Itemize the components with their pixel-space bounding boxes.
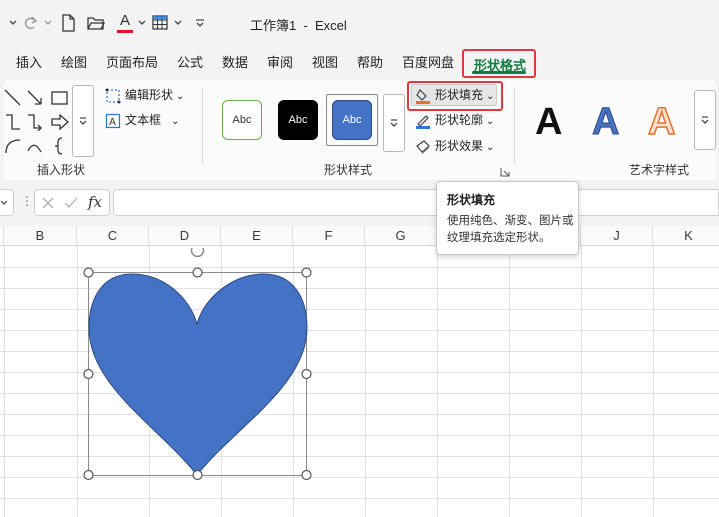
shape-effects-label: 形状效果 <box>435 139 484 153</box>
formula-input[interactable] <box>113 189 719 216</box>
edit-shape-icon <box>105 88 121 104</box>
active-tab-underline <box>472 71 526 74</box>
shape-effects-button[interactable]: 形状效果 ⌄ <box>415 136 494 156</box>
redo-dropdown-icon[interactable] <box>42 12 54 34</box>
arrow-line-shape-icon[interactable] <box>26 89 44 107</box>
textbox-chevron-icon: ⌄ <box>171 116 180 127</box>
textbox-icon: A <box>105 113 121 128</box>
brace-shape-icon[interactable] <box>50 137 70 155</box>
rotate-handle-icon <box>190 247 205 258</box>
customize-quick-access-icon[interactable] <box>192 12 208 34</box>
shape-fill-tooltip: 形状填充 使用纯色、渐变、图片或纹理填充选定形状。 <box>436 181 579 255</box>
svg-text:A: A <box>109 117 116 128</box>
style-preview-outline[interactable]: Abc <box>222 100 262 140</box>
redo-icon[interactable] <box>20 12 42 34</box>
edit-shape-button[interactable]: 编辑形状 ⌄ <box>105 85 184 105</box>
close-icon[interactable] <box>41 196 55 210</box>
shape-fill-label: 形状填充 <box>435 88 484 102</box>
shape-fill-chevron-icon: ⌄ <box>486 91 495 102</box>
insert-shapes-group-label: 插入形状 <box>37 163 86 177</box>
column-header-g[interactable]: G <box>365 226 437 246</box>
tooltip-body: 使用纯色、渐变、图片或纹理填充选定形状。 <box>447 215 574 244</box>
shape-fill-button[interactable]: 形状填充 ⌄ <box>415 85 494 105</box>
paint-bucket-icon <box>416 88 430 104</box>
wordart-style-blue[interactable]: A <box>591 100 619 144</box>
styles-gallery-expand-button[interactable] <box>383 94 405 152</box>
shape-styles-group-label: 形状样式 <box>324 163 373 177</box>
name-box[interactable] <box>0 189 14 216</box>
style-preview-text: Abc <box>288 114 308 126</box>
tab-view[interactable]: 视图 <box>312 54 338 72</box>
ribbon-separator <box>514 88 515 164</box>
tab-help[interactable]: 帮助 <box>357 54 383 72</box>
shape-outline-label: 形状轮廓 <box>435 113 484 127</box>
shapes-gallery-expand-button[interactable] <box>72 85 94 157</box>
undo-dropdown-icon[interactable] <box>6 12 20 34</box>
table-dropdown-icon[interactable] <box>172 12 184 34</box>
font-color-icon[interactable]: A <box>114 12 136 34</box>
shape-outline-chevron-icon: ⌄ <box>486 116 495 127</box>
style-preview-blue[interactable]: Abc <box>332 100 372 140</box>
line-shape-icon[interactable] <box>4 89 22 107</box>
edit-shape-chevron-icon: ⌄ <box>176 91 185 102</box>
block-arrow-shape-icon[interactable] <box>50 113 70 131</box>
heart-shape <box>88 273 308 476</box>
tab-insert[interactable]: 插入 <box>16 54 42 72</box>
column-header-b[interactable]: B <box>4 226 77 246</box>
shape-outline-button[interactable]: 形状轮廓 ⌄ <box>415 110 494 130</box>
tab-data[interactable]: 数据 <box>222 54 248 72</box>
tab-formulas[interactable]: 公式 <box>177 54 203 72</box>
title-bar: A 工作簿1 - Excel <box>0 0 719 46</box>
window-title: 工作簿1 - Excel <box>250 18 347 33</box>
tooltip-title: 形状填充 <box>447 193 496 207</box>
style-preview-text: Abc <box>342 114 362 126</box>
tab-page-layout[interactable]: 页面布局 <box>106 54 158 72</box>
elbow-arrow-icon[interactable] <box>26 113 44 131</box>
more-options-icon[interactable]: ⋮ <box>21 194 33 208</box>
shape-effects-chevron-icon: ⌄ <box>486 142 495 153</box>
check-icon[interactable] <box>63 196 79 210</box>
wordart-gallery-expand-button[interactable] <box>694 90 716 150</box>
ribbon-separator <box>202 88 203 164</box>
style-preview-black[interactable]: Abc <box>278 100 318 140</box>
curve-shape-icon[interactable] <box>4 137 22 155</box>
font-color-dropdown-icon[interactable] <box>136 12 148 34</box>
menu-bar: 插入 绘图 页面布局 公式 数据 审阅 视图 帮助 百度网盘 形状格式 <box>0 46 719 80</box>
open-folder-icon[interactable] <box>86 12 106 34</box>
dialog-launcher-icon[interactable] <box>500 167 510 177</box>
tab-draw[interactable]: 绘图 <box>61 54 87 72</box>
style-preview-text: Abc <box>232 114 252 126</box>
curved-connector-icon[interactable] <box>26 137 44 155</box>
formula-actions: fx <box>34 189 110 216</box>
rectangle-shape-icon[interactable] <box>50 89 70 107</box>
tab-baidu-netdisk[interactable]: 百度网盘 <box>402 54 454 72</box>
name-box-chevron-icon <box>0 200 8 205</box>
textbox-button[interactable]: A 文本框 ⌄ <box>105 110 179 130</box>
font-color-letter: A <box>119 11 130 29</box>
wordart-style-black[interactable]: A <box>535 100 562 144</box>
column-header-j[interactable]: J <box>581 226 653 246</box>
pen-outline-icon <box>416 115 430 129</box>
elbow-connector-icon[interactable] <box>4 113 22 131</box>
effects-icon <box>416 140 430 154</box>
textbox-label: 文本框 <box>125 113 162 127</box>
column-header-k[interactable]: K <box>653 226 719 246</box>
edit-shape-label: 编辑形状 <box>125 88 174 102</box>
tab-review[interactable]: 审阅 <box>267 54 293 72</box>
font-color-bar <box>117 29 133 33</box>
wordart-style-orange-outline[interactable]: A <box>647 100 676 144</box>
insert-function-button[interactable]: fx <box>88 193 102 211</box>
heart-shape-selection[interactable] <box>80 236 316 484</box>
table-grid-icon[interactable] <box>150 12 172 34</box>
wordart-group-label: 艺术字样式 <box>629 163 690 177</box>
new-file-icon[interactable] <box>58 12 78 34</box>
tab-shape-format[interactable]: 形状格式 <box>462 49 536 78</box>
